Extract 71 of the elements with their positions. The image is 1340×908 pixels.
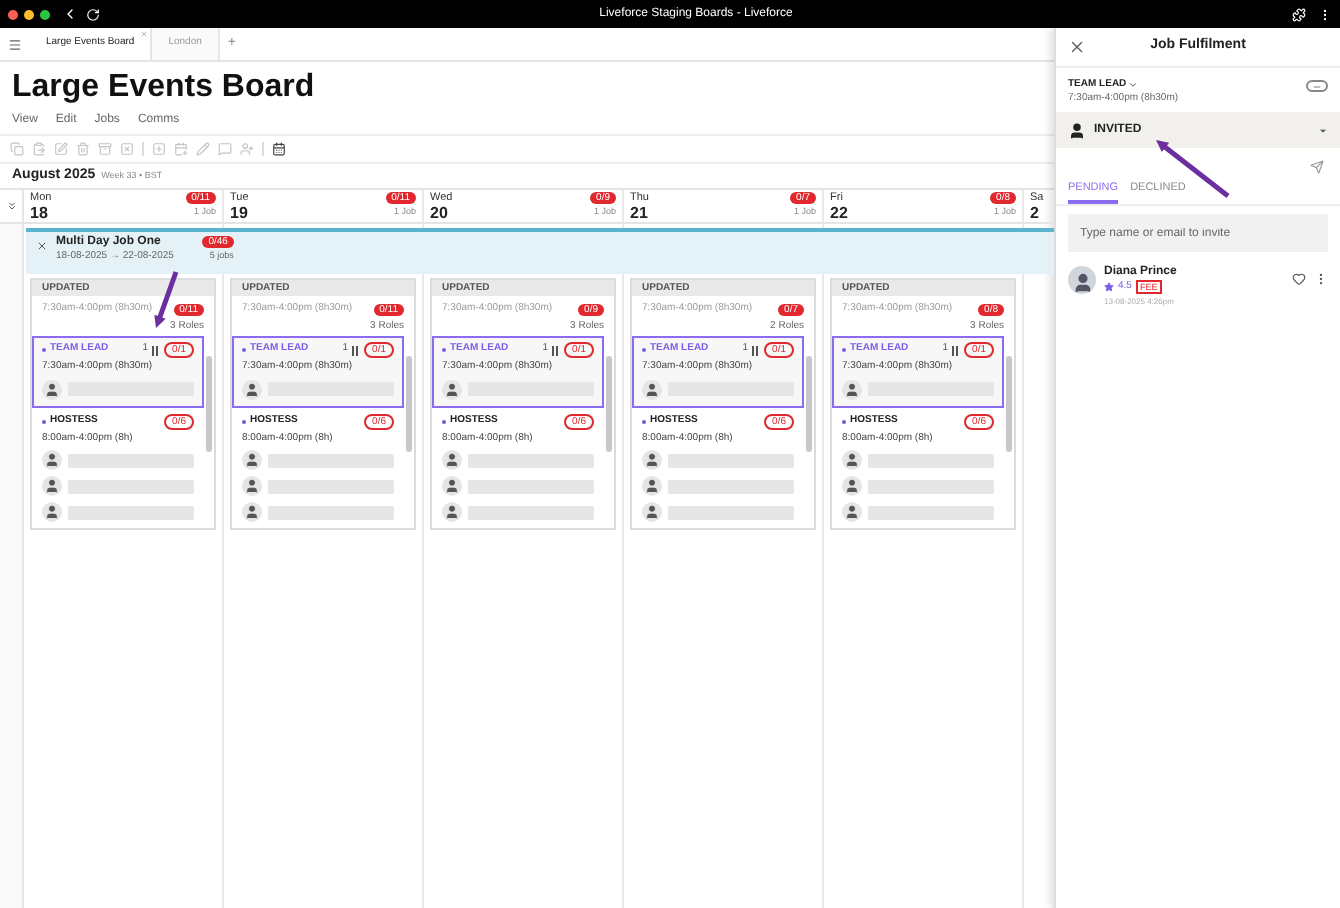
- avatar-icon: [42, 379, 62, 399]
- avatar-icon: [842, 450, 862, 470]
- extensions-icon[interactable]: [1292, 7, 1306, 21]
- empty-slot-bar: [868, 479, 994, 493]
- caret-icon: [1318, 125, 1328, 135]
- empty-slot-bar: [68, 479, 194, 493]
- caret-icon[interactable]: [1128, 80, 1139, 90]
- empty-slot-bar: [268, 505, 394, 519]
- avatar-icon: [442, 476, 462, 496]
- more-icon[interactable]: [1314, 272, 1328, 287]
- reload-icon[interactable]: [86, 7, 100, 21]
- close-icon[interactable]: [1068, 38, 1086, 56]
- person-count-icon: [352, 345, 359, 355]
- avatar-icon: [242, 450, 262, 470]
- avatar-icon: [442, 379, 462, 399]
- calendar-icon[interactable]: [272, 142, 286, 156]
- scrollbar: [406, 356, 412, 452]
- avatar-icon: [42, 502, 62, 522]
- menu-icon[interactable]: [8, 37, 22, 51]
- person-count-icon: [752, 345, 759, 355]
- day-number: 19: [230, 206, 249, 220]
- avatar-icon: [642, 450, 662, 470]
- empty-slot-bar: [468, 505, 594, 519]
- empty-slot-bar: [668, 479, 794, 493]
- day-number: 20: [430, 206, 450, 220]
- day-number: 21: [630, 206, 649, 220]
- board-title: Large Events Board: [10, 68, 317, 108]
- person-count-icon: [952, 345, 959, 355]
- avatar-icon: [642, 476, 662, 496]
- scrollbar: [206, 356, 212, 452]
- empty-slot-bar: [668, 453, 794, 467]
- annotation-arrow: [154, 271, 179, 328]
- avatar-icon: [242, 379, 262, 399]
- person-count-icon: [152, 345, 159, 355]
- heart-icon[interactable]: [1292, 272, 1306, 287]
- avatar-icon: [242, 502, 262, 522]
- empty-slot-bar: [668, 505, 794, 519]
- user-icon: [1068, 121, 1086, 139]
- empty-slot-bar: [68, 453, 194, 467]
- collapse-icon[interactable]: [5, 200, 17, 212]
- day-number: 22: [830, 206, 848, 220]
- empty-slot-bar: [268, 453, 394, 467]
- avatar-icon: [642, 379, 662, 399]
- send-icon[interactable]: [1310, 159, 1324, 173]
- scrollbar: [1006, 356, 1012, 452]
- empty-slot-bar: [868, 453, 994, 467]
- empty-slot-bar: [468, 479, 594, 493]
- empty-slot-bar: [268, 479, 394, 493]
- more-icon[interactable]: [1318, 7, 1332, 21]
- empty-slot-bar: [868, 505, 994, 519]
- avatar-icon: [442, 502, 462, 522]
- day-number: 18: [30, 206, 50, 220]
- avatar-icon: [842, 502, 862, 522]
- collapse-icon[interactable]: [36, 240, 48, 252]
- avatar-icon: [42, 476, 62, 496]
- avatar-icon: [442, 450, 462, 470]
- minus-pill-icon[interactable]: [1306, 80, 1328, 92]
- avatar-icon: [42, 450, 62, 470]
- back-icon[interactable]: [62, 6, 78, 22]
- person-count-icon: [552, 345, 559, 355]
- day-number: 2: [1030, 206, 1041, 220]
- avatar-icon: [642, 502, 662, 522]
- scrollbar: [806, 356, 812, 452]
- avatar-icon: [242, 476, 262, 496]
- empty-slot-bar: [468, 453, 594, 467]
- star-icon: [1104, 282, 1114, 293]
- avatar-icon: [842, 379, 862, 399]
- avatar-icon: [842, 476, 862, 496]
- avatar: [1068, 266, 1096, 295]
- scrollbar: [606, 356, 612, 452]
- empty-slot-bar: [68, 505, 194, 519]
